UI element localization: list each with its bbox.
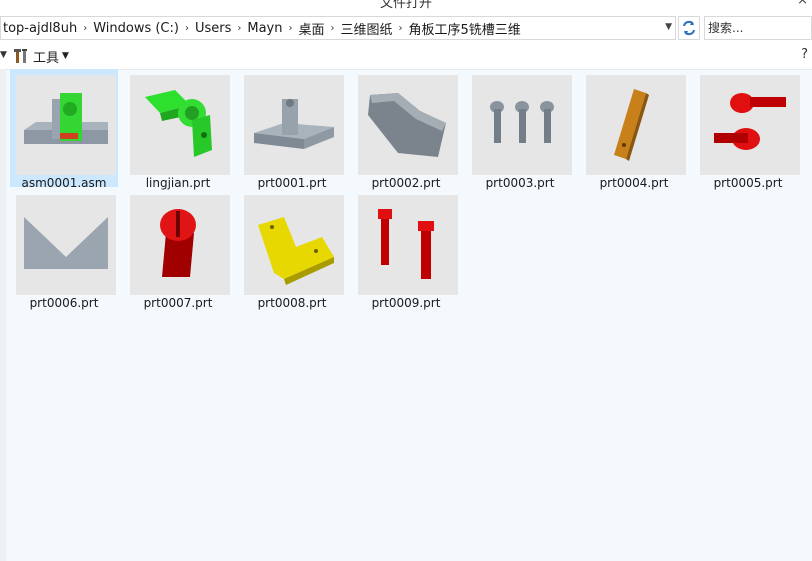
gray-block-thumbnail-icon (358, 75, 458, 175)
search-input[interactable]: 搜索... (704, 16, 812, 40)
breadcrumb-item[interactable]: top-ajdl8uh (1, 21, 79, 36)
orange-plate-thumbnail-icon (586, 75, 686, 175)
toolbar: ▼ 工具 ▼ ? (0, 43, 812, 70)
green-part-thumbnail-icon (130, 75, 230, 175)
file-name: prt0009.prt (371, 296, 441, 310)
tools-button[interactable]: 工具 ▼ (13, 47, 69, 66)
breadcrumb-item[interactable]: Mayn (245, 21, 284, 36)
breadcrumb-separator-icon[interactable]: › (233, 23, 245, 34)
file-name: prt0001.prt (257, 176, 327, 190)
breadcrumb-item[interactable]: 角板工序5铣槽三维 (407, 19, 523, 38)
file-item[interactable]: prt0005.prt (694, 69, 802, 190)
window-title: 文件打开 (379, 0, 432, 11)
file-item[interactable]: prt0009.prt (352, 189, 460, 310)
scrollbar[interactable] (0, 69, 6, 561)
file-item[interactable]: prt0006.prt (10, 189, 118, 310)
red-knob-thumbnail-icon (130, 195, 230, 295)
chevron-down-icon: ▼ (62, 51, 69, 61)
breadcrumb[interactable]: top-ajdl8uh › Windows (C:) › Users › May… (0, 16, 676, 40)
file-item[interactable]: prt0001.prt (238, 69, 346, 190)
breadcrumb-item[interactable]: 三维图纸 (339, 19, 395, 38)
file-item[interactable]: lingjian.prt (124, 69, 232, 190)
tools-icon (14, 49, 27, 63)
file-name: prt0002.prt (371, 176, 441, 190)
yellow-bracket-thumbnail-icon (244, 195, 344, 295)
file-name: prt0005.prt (713, 176, 783, 190)
red-pins-thumbnail-icon (700, 75, 800, 175)
file-name: prt0007.prt (143, 296, 213, 310)
assembly-thumbnail-icon (16, 75, 116, 175)
chevron-down-icon[interactable]: ▼ (0, 50, 7, 60)
file-name: prt0003.prt (485, 176, 555, 190)
close-icon[interactable]: × (797, 0, 808, 8)
breadcrumb-separator-icon[interactable]: › (284, 23, 296, 34)
title-bar: 文件打开 × (0, 0, 812, 14)
address-row: top-ajdl8uh › Windows (C:) › Users › May… (0, 14, 812, 43)
v-block-thumbnail-icon (16, 195, 116, 295)
chevron-down-icon[interactable]: ▼ (665, 22, 672, 32)
file-name: prt0008.prt (257, 296, 327, 310)
breadcrumb-item[interactable]: Windows (C:) (91, 21, 181, 36)
file-item[interactable]: prt0004.prt (580, 69, 688, 190)
file-name: prt0006.prt (29, 296, 99, 310)
file-name: lingjian.prt (145, 176, 211, 190)
red-bolts-thumbnail-icon (358, 195, 458, 295)
breadcrumb-item[interactable]: 桌面 (296, 19, 326, 38)
file-list: asm0001.asm lingjian.prt prt0001.prt prt… (0, 69, 812, 561)
file-item[interactable]: prt0008.prt (238, 189, 346, 310)
screws-thumbnail-icon (472, 75, 572, 175)
breadcrumb-separator-icon[interactable]: › (181, 23, 193, 34)
breadcrumb-item[interactable]: Users (193, 21, 233, 36)
file-name: prt0004.prt (599, 176, 669, 190)
gray-base-thumbnail-icon (244, 75, 344, 175)
help-icon[interactable]: ? (801, 47, 808, 62)
file-item[interactable]: prt0003.prt (466, 69, 574, 190)
breadcrumb-separator-icon[interactable]: › (79, 23, 91, 34)
file-item[interactable]: asm0001.asm (10, 69, 118, 190)
breadcrumb-separator-icon[interactable]: › (327, 23, 339, 34)
refresh-icon (683, 20, 695, 36)
file-item[interactable]: prt0007.prt (124, 189, 232, 310)
file-name: asm0001.asm (21, 176, 107, 190)
tools-label: 工具 (33, 50, 60, 66)
refresh-button[interactable] (678, 16, 700, 40)
breadcrumb-separator-icon[interactable]: › (395, 23, 407, 34)
file-item[interactable]: prt0002.prt (352, 69, 460, 190)
